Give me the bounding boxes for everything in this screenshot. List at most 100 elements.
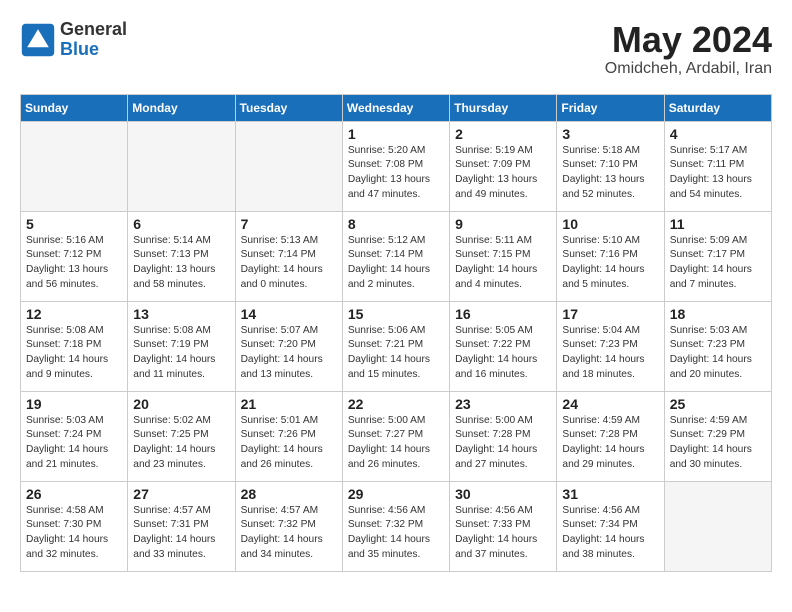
day-info: Sunrise: 5:03 AM Sunset: 7:23 PM Dayligh… [670, 324, 766, 383]
calendar-cell: 22Sunrise: 5:00 AM Sunset: 7:27 PM Dayli… [342, 391, 449, 481]
day-number: 25 [670, 396, 766, 412]
calendar-cell: 13 Sunrise: 5:08 AM Sunset: 7:19 PM Dayli… [128, 301, 235, 391]
day-info: Sunrise: 5:17 AM Sunset: 7:11 PM Dayligh… [670, 144, 766, 203]
day-info: Sunrise: 5:03 AM Sunset: 7:24 PM Dayligh… [26, 414, 122, 473]
calendar-week-row: 19 Sunrise: 5:03 AM Sunset: 7:24 PM Dayli… [21, 391, 772, 481]
day-info: Sunrise: 4:56 AM Sunset: 7:32 PM Dayligh… [348, 504, 444, 563]
calendar-cell: 25 Sunrise: 4:59 AM Sunset: 7:29 PM Dayli… [664, 391, 771, 481]
day-number: 7 [241, 216, 337, 232]
calendar-week-row: 26Sunrise: 4:58 AM Sunset: 7:30 PM Dayli… [21, 481, 772, 571]
day-number: 15 [348, 306, 444, 322]
day-info: Sunrise: 5:19 AM Sunset: 7:09 PM Dayligh… [455, 144, 551, 203]
weekday-header: Tuesday [235, 94, 342, 121]
calendar-cell: 11 Sunrise: 5:09 AM Sunset: 7:17 PM Dayli… [664, 211, 771, 301]
logo-blue-text: Blue [60, 40, 127, 60]
day-info: Sunrise: 5:20 AM Sunset: 7:08 PM Dayligh… [348, 144, 444, 203]
day-number: 30 [455, 486, 551, 502]
day-number: 10 [562, 216, 658, 232]
logo: General Blue [20, 20, 127, 60]
day-info: Sunrise: 5:02 AM Sunset: 7:25 PM Dayligh… [133, 414, 229, 473]
location-title: Omidcheh, Ardabil, Iran [605, 60, 772, 78]
day-info: Sunrise: 5:09 AM Sunset: 7:17 PM Dayligh… [670, 234, 766, 293]
calendar-cell [21, 121, 128, 211]
calendar-cell [128, 121, 235, 211]
weekday-header: Sunday [21, 94, 128, 121]
day-info: Sunrise: 5:12 AM Sunset: 7:14 PM Dayligh… [348, 234, 444, 293]
day-info: Sunrise: 5:14 AM Sunset: 7:13 PM Dayligh… [133, 234, 229, 293]
calendar-cell: 9Sunrise: 5:11 AM Sunset: 7:15 PM Daylig… [450, 211, 557, 301]
calendar-cell: 26Sunrise: 4:58 AM Sunset: 7:30 PM Dayli… [21, 481, 128, 571]
calendar-cell: 20 Sunrise: 5:02 AM Sunset: 7:25 PM Dayli… [128, 391, 235, 481]
weekday-header: Wednesday [342, 94, 449, 121]
calendar-table: SundayMondayTuesdayWednesdayThursdayFrid… [20, 94, 772, 572]
calendar-cell: 27 Sunrise: 4:57 AM Sunset: 7:31 PM Dayli… [128, 481, 235, 571]
calendar-cell: 1 Sunrise: 5:20 AM Sunset: 7:08 PM Daylig… [342, 121, 449, 211]
day-number: 16 [455, 306, 551, 322]
day-number: 17 [562, 306, 658, 322]
day-number: 31 [562, 486, 658, 502]
calendar-cell [235, 121, 342, 211]
calendar-cell: 16 Sunrise: 5:05 AM Sunset: 7:22 PM Dayli… [450, 301, 557, 391]
calendar-cell: 8 Sunrise: 5:12 AM Sunset: 7:14 PM Daylig… [342, 211, 449, 301]
calendar-cell: 29Sunrise: 4:56 AM Sunset: 7:32 PM Dayli… [342, 481, 449, 571]
calendar-week-row: 5 Sunrise: 5:16 AM Sunset: 7:12 PM Daylig… [21, 211, 772, 301]
calendar-cell: 10 Sunrise: 5:10 AM Sunset: 7:16 PM Dayli… [557, 211, 664, 301]
day-number: 11 [670, 216, 766, 232]
day-number: 27 [133, 486, 229, 502]
day-number: 18 [670, 306, 766, 322]
day-number: 20 [133, 396, 229, 412]
logo-general-text: General [60, 20, 127, 40]
day-info: Sunrise: 5:05 AM Sunset: 7:22 PM Dayligh… [455, 324, 551, 383]
title-block: May 2024 Omidcheh, Ardabil, Iran [605, 20, 772, 78]
day-number: 24 [562, 396, 658, 412]
calendar-cell: 28 Sunrise: 4:57 AM Sunset: 7:32 PM Dayli… [235, 481, 342, 571]
day-info: Sunrise: 5:08 AM Sunset: 7:19 PM Dayligh… [133, 324, 229, 383]
weekday-header: Friday [557, 94, 664, 121]
day-number: 3 [562, 126, 658, 142]
day-number: 4 [670, 126, 766, 142]
calendar-cell: 21 Sunrise: 5:01 AM Sunset: 7:26 PM Dayli… [235, 391, 342, 481]
calendar-cell: 7 Sunrise: 5:13 AM Sunset: 7:14 PM Daylig… [235, 211, 342, 301]
calendar-cell: 2Sunrise: 5:19 AM Sunset: 7:09 PM Daylig… [450, 121, 557, 211]
day-number: 8 [348, 216, 444, 232]
day-info: Sunrise: 4:59 AM Sunset: 7:29 PM Dayligh… [670, 414, 766, 473]
weekday-header-row: SundayMondayTuesdayWednesdayThursdayFrid… [21, 94, 772, 121]
day-number: 1 [348, 126, 444, 142]
calendar-cell: 19 Sunrise: 5:03 AM Sunset: 7:24 PM Dayli… [21, 391, 128, 481]
day-info: Sunrise: 5:07 AM Sunset: 7:20 PM Dayligh… [241, 324, 337, 383]
day-info: Sunrise: 4:57 AM Sunset: 7:31 PM Dayligh… [133, 504, 229, 563]
day-info: Sunrise: 5:13 AM Sunset: 7:14 PM Dayligh… [241, 234, 337, 293]
calendar-cell: 4 Sunrise: 5:17 AM Sunset: 7:11 PM Daylig… [664, 121, 771, 211]
day-info: Sunrise: 5:01 AM Sunset: 7:26 PM Dayligh… [241, 414, 337, 473]
calendar-cell: 5 Sunrise: 5:16 AM Sunset: 7:12 PM Daylig… [21, 211, 128, 301]
day-number: 19 [26, 396, 122, 412]
day-info: Sunrise: 5:18 AM Sunset: 7:10 PM Dayligh… [562, 144, 658, 203]
day-number: 21 [241, 396, 337, 412]
day-number: 12 [26, 306, 122, 322]
day-info: Sunrise: 5:08 AM Sunset: 7:18 PM Dayligh… [26, 324, 122, 383]
day-number: 28 [241, 486, 337, 502]
day-info: Sunrise: 5:16 AM Sunset: 7:12 PM Dayligh… [26, 234, 122, 293]
calendar-cell: 23Sunrise: 5:00 AM Sunset: 7:28 PM Dayli… [450, 391, 557, 481]
calendar-cell: 31Sunrise: 4:56 AM Sunset: 7:34 PM Dayli… [557, 481, 664, 571]
calendar-cell: 18 Sunrise: 5:03 AM Sunset: 7:23 PM Dayli… [664, 301, 771, 391]
day-info: Sunrise: 5:00 AM Sunset: 7:27 PM Dayligh… [348, 414, 444, 473]
day-info: Sunrise: 5:10 AM Sunset: 7:16 PM Dayligh… [562, 234, 658, 293]
calendar-week-row: 1 Sunrise: 5:20 AM Sunset: 7:08 PM Daylig… [21, 121, 772, 211]
day-info: Sunrise: 5:04 AM Sunset: 7:23 PM Dayligh… [562, 324, 658, 383]
day-number: 13 [133, 306, 229, 322]
calendar-cell: 12 Sunrise: 5:08 AM Sunset: 7:18 PM Dayli… [21, 301, 128, 391]
day-info: Sunrise: 4:57 AM Sunset: 7:32 PM Dayligh… [241, 504, 337, 563]
day-number: 5 [26, 216, 122, 232]
day-number: 14 [241, 306, 337, 322]
calendar-cell: 30Sunrise: 4:56 AM Sunset: 7:33 PM Dayli… [450, 481, 557, 571]
day-number: 9 [455, 216, 551, 232]
calendar-cell: 3 Sunrise: 5:18 AM Sunset: 7:10 PM Daylig… [557, 121, 664, 211]
logo-icon [20, 22, 56, 58]
day-info: Sunrise: 4:59 AM Sunset: 7:28 PM Dayligh… [562, 414, 658, 473]
month-title: May 2024 [605, 20, 772, 60]
day-info: Sunrise: 4:58 AM Sunset: 7:30 PM Dayligh… [26, 504, 122, 563]
page-header: General Blue May 2024 Omidcheh, Ardabil,… [20, 20, 772, 78]
day-number: 23 [455, 396, 551, 412]
weekday-header: Saturday [664, 94, 771, 121]
